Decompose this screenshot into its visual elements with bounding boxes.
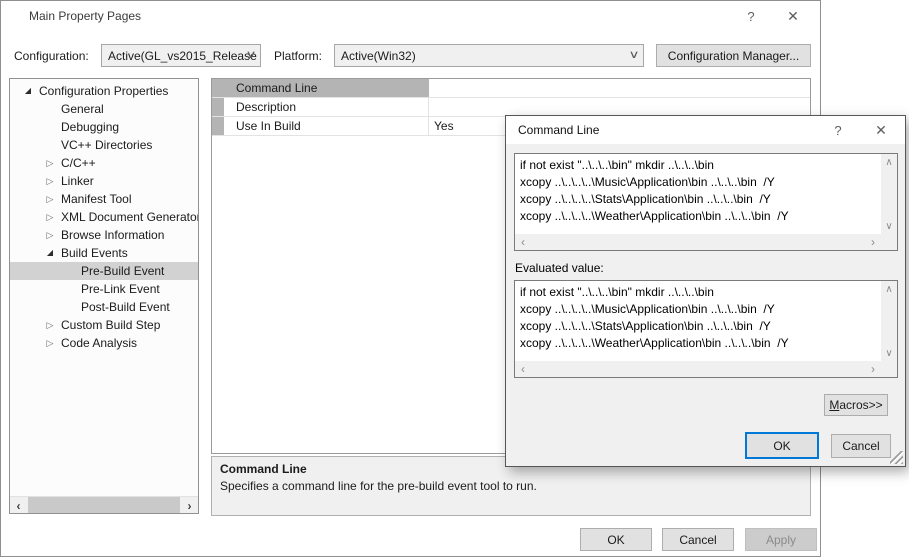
evaluated-value-label: Evaluated value:	[515, 261, 604, 275]
tree-item-label: Pre-Link Event	[77, 282, 160, 296]
row-indicator	[212, 98, 224, 116]
scroll-right-icon[interactable]: ›	[181, 497, 198, 514]
tree-item-browse-information[interactable]: ▷Browse Information	[10, 226, 198, 244]
expander-collapsed-icon[interactable]: ▷	[43, 154, 57, 172]
evaluated-value-box[interactable]: if not exist "..\..\..\bin" mkdir ..\..\…	[514, 280, 898, 378]
tree-item-debugging[interactable]: Debugging	[10, 118, 198, 136]
expander-collapsed-icon[interactable]: ▷	[43, 190, 57, 208]
evaluated-value-text: if not exist "..\..\..\bin" mkdir ..\..\…	[520, 284, 879, 359]
close-icon[interactable]: ✕	[866, 119, 896, 141]
property-label[interactable]: Use In Build	[224, 117, 429, 135]
row-indicator	[212, 117, 224, 135]
tree-item-label: Build Events	[57, 246, 128, 260]
expander-collapsed-icon[interactable]: ▷	[43, 334, 57, 352]
tree-item-label: Post-Build Event	[77, 300, 170, 314]
vertical-scrollbar[interactable]: ∧ ∨	[881, 281, 897, 361]
expander-expanded-icon[interactable]: ◢	[43, 244, 57, 262]
tree-item-post-build-event[interactable]: Post-Build Event	[10, 298, 198, 316]
horizontal-scrollbar[interactable]: ‹ ›	[515, 361, 881, 377]
scroll-down-icon[interactable]: ∨	[881, 345, 897, 361]
tree-item-general[interactable]: General	[10, 100, 198, 118]
tree-item-build-events[interactable]: ◢Build Events	[10, 244, 198, 262]
configuration-dropdown[interactable]: Active(GL_vs2015_Release ∨	[101, 44, 261, 67]
tree-item-label: C/C++	[57, 156, 96, 170]
property-value[interactable]	[429, 98, 810, 116]
tree-item-code-analysis[interactable]: ▷Code Analysis	[10, 334, 198, 352]
window-title: Main Property Pages	[29, 9, 141, 23]
help-icon[interactable]: ?	[823, 119, 853, 141]
vertical-scrollbar[interactable]: ∧ ∨	[881, 154, 897, 234]
configuration-label: Configuration:	[14, 49, 89, 63]
platform-label: Platform:	[274, 49, 322, 63]
row-indicator	[212, 79, 224, 97]
chevron-down-icon: ∨	[628, 48, 639, 61]
expander-collapsed-icon[interactable]: ▷	[43, 172, 57, 190]
property-value[interactable]	[429, 79, 810, 97]
tree-horizontal-scrollbar[interactable]: ‹ ›	[10, 496, 198, 513]
help-icon[interactable]: ?	[736, 5, 766, 27]
tree-item-label: Code Analysis	[57, 336, 137, 350]
macros-button[interactable]: Macros>>	[824, 394, 888, 416]
tree-item-label: Debugging	[57, 120, 119, 134]
scroll-left-icon[interactable]: ‹	[515, 361, 531, 377]
tree-item-label: VC++ Directories	[57, 138, 152, 152]
apply-button[interactable]: Apply	[745, 528, 817, 551]
tree-item-vc-directories[interactable]: VC++ Directories	[10, 136, 198, 154]
dialog-title: Command Line	[518, 123, 599, 137]
scroll-up-icon[interactable]: ∧	[881, 154, 897, 170]
ok-button[interactable]: OK	[580, 528, 652, 551]
platform-value: Active(Win32)	[341, 49, 436, 63]
scroll-right-icon[interactable]: ›	[865, 234, 881, 250]
scroll-down-icon[interactable]: ∨	[881, 218, 897, 234]
command-line-dialog: Command Line ? ✕ if not exist "..\..\..\…	[505, 115, 906, 467]
chevron-down-icon: ∨	[245, 48, 256, 61]
expander-expanded-icon[interactable]: ◢	[21, 82, 35, 100]
tree-item-xml-document-generator[interactable]: ▷XML Document Generator	[10, 208, 198, 226]
cancel-button[interactable]: Cancel	[831, 434, 891, 458]
command-line-text[interactable]: if not exist "..\..\..\bin" mkdir ..\..\…	[520, 157, 879, 232]
tree-item-label: Browse Information	[57, 228, 164, 242]
property-label[interactable]: Command Line	[224, 79, 429, 97]
tree-item-c-c[interactable]: ▷C/C++	[10, 154, 198, 172]
property-row-command-line: Command Line	[212, 79, 810, 98]
expander-collapsed-icon[interactable]: ▷	[43, 226, 57, 244]
configuration-manager-button[interactable]: Configuration Manager...	[656, 44, 811, 67]
expander-collapsed-icon[interactable]: ▷	[43, 208, 57, 226]
scrollbar-corner	[881, 361, 897, 377]
description-text: Specifies a command line for the pre-bui…	[220, 479, 802, 493]
tree-item-pre-link-event[interactable]: Pre-Link Event	[10, 280, 198, 298]
tree-item-label: Pre-Build Event	[77, 264, 164, 278]
scroll-right-icon[interactable]: ›	[865, 361, 881, 377]
tree-item-label: Linker	[57, 174, 94, 188]
tree-item-linker[interactable]: ▷Linker	[10, 172, 198, 190]
tree-item-manifest-tool[interactable]: ▷Manifest Tool	[10, 190, 198, 208]
scroll-left-icon[interactable]: ‹	[10, 497, 27, 514]
scrollbar-corner	[881, 234, 897, 250]
configuration-value: Active(GL_vs2015_Release	[108, 49, 261, 63]
ok-button[interactable]: OK	[745, 432, 819, 459]
tree-item-configuration-properties[interactable]: ◢Configuration Properties	[10, 82, 198, 100]
platform-dropdown[interactable]: Active(Win32) ∨	[334, 44, 644, 67]
command-line-edit-box[interactable]: if not exist "..\..\..\bin" mkdir ..\..\…	[514, 153, 898, 251]
close-icon[interactable]: ✕	[778, 5, 808, 27]
scrollbar-thumb[interactable]	[28, 497, 180, 514]
tree-item-label: General	[57, 102, 104, 116]
scroll-left-icon[interactable]: ‹	[515, 234, 531, 250]
scroll-up-icon[interactable]: ∧	[881, 281, 897, 297]
config-tree: ◢Configuration PropertiesGeneralDebuggin…	[10, 82, 198, 352]
property-label[interactable]: Description	[224, 98, 429, 116]
resize-grip[interactable]	[890, 451, 903, 464]
tree-item-custom-build-step[interactable]: ▷Custom Build Step	[10, 316, 198, 334]
tree-item-label: Manifest Tool	[57, 192, 131, 206]
expander-collapsed-icon[interactable]: ▷	[43, 316, 57, 334]
configuration-tree-panel: ◢Configuration PropertiesGeneralDebuggin…	[9, 78, 199, 514]
horizontal-scrollbar[interactable]: ‹ ›	[515, 234, 881, 250]
tree-item-label: Configuration Properties	[35, 84, 168, 98]
tree-item-label: Custom Build Step	[57, 318, 160, 332]
tree-item-pre-build-event[interactable]: Pre-Build Event	[10, 262, 198, 280]
tree-item-label: XML Document Generator	[57, 210, 199, 224]
command-line-dialog-titlebar: Command Line ? ✕	[506, 116, 905, 144]
cancel-button[interactable]: Cancel	[662, 528, 734, 551]
